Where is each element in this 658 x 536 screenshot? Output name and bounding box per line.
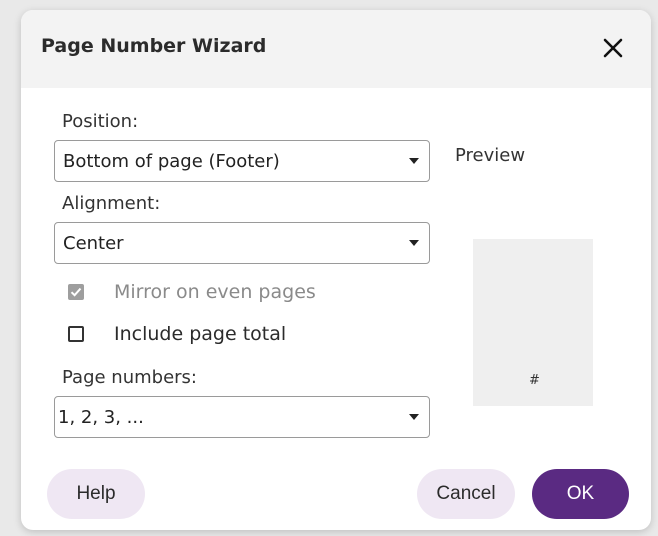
close-button[interactable] <box>593 28 633 68</box>
position-select[interactable]: Bottom of page (Footer) <box>54 140 430 182</box>
checkbox-unchecked-icon <box>68 326 84 342</box>
page-numbers-label: Page numbers: <box>62 367 197 388</box>
help-button[interactable]: Help <box>47 469 145 519</box>
alignment-select[interactable]: Center <box>54 222 430 264</box>
page-number-wizard-dialog: Page Number Wizard Position: Bottom of p… <box>21 10 651 530</box>
position-label: Position: <box>62 111 139 132</box>
preview-label: Preview <box>455 145 526 166</box>
alignment-label: Alignment: <box>62 193 161 214</box>
preview-page: # <box>473 239 593 406</box>
mirror-even-pages-label: Mirror on even pages <box>114 281 316 303</box>
mirror-even-pages-checkbox[interactable]: Mirror on even pages <box>68 279 316 305</box>
close-icon <box>603 38 623 58</box>
chevron-down-icon <box>409 158 419 164</box>
alignment-select-value: Center <box>63 233 124 254</box>
include-page-total-checkbox[interactable]: Include page total <box>68 321 286 347</box>
include-page-total-label: Include page total <box>114 323 287 345</box>
ok-button[interactable]: OK <box>532 469 629 519</box>
chevron-down-icon <box>409 240 419 246</box>
chevron-down-icon <box>409 414 419 420</box>
cancel-button[interactable]: Cancel <box>417 469 515 519</box>
page-numbers-select[interactable]: 1, 2, 3, ... <box>54 396 430 438</box>
dialog-title: Page Number Wizard <box>41 35 267 57</box>
preview-page-number: # <box>529 373 540 388</box>
position-select-value: Bottom of page (Footer) <box>63 151 280 172</box>
page-numbers-select-value: 1, 2, 3, ... <box>58 407 144 428</box>
dialog-header: Page Number Wizard <box>21 10 651 88</box>
checkbox-checked-icon <box>68 284 84 300</box>
